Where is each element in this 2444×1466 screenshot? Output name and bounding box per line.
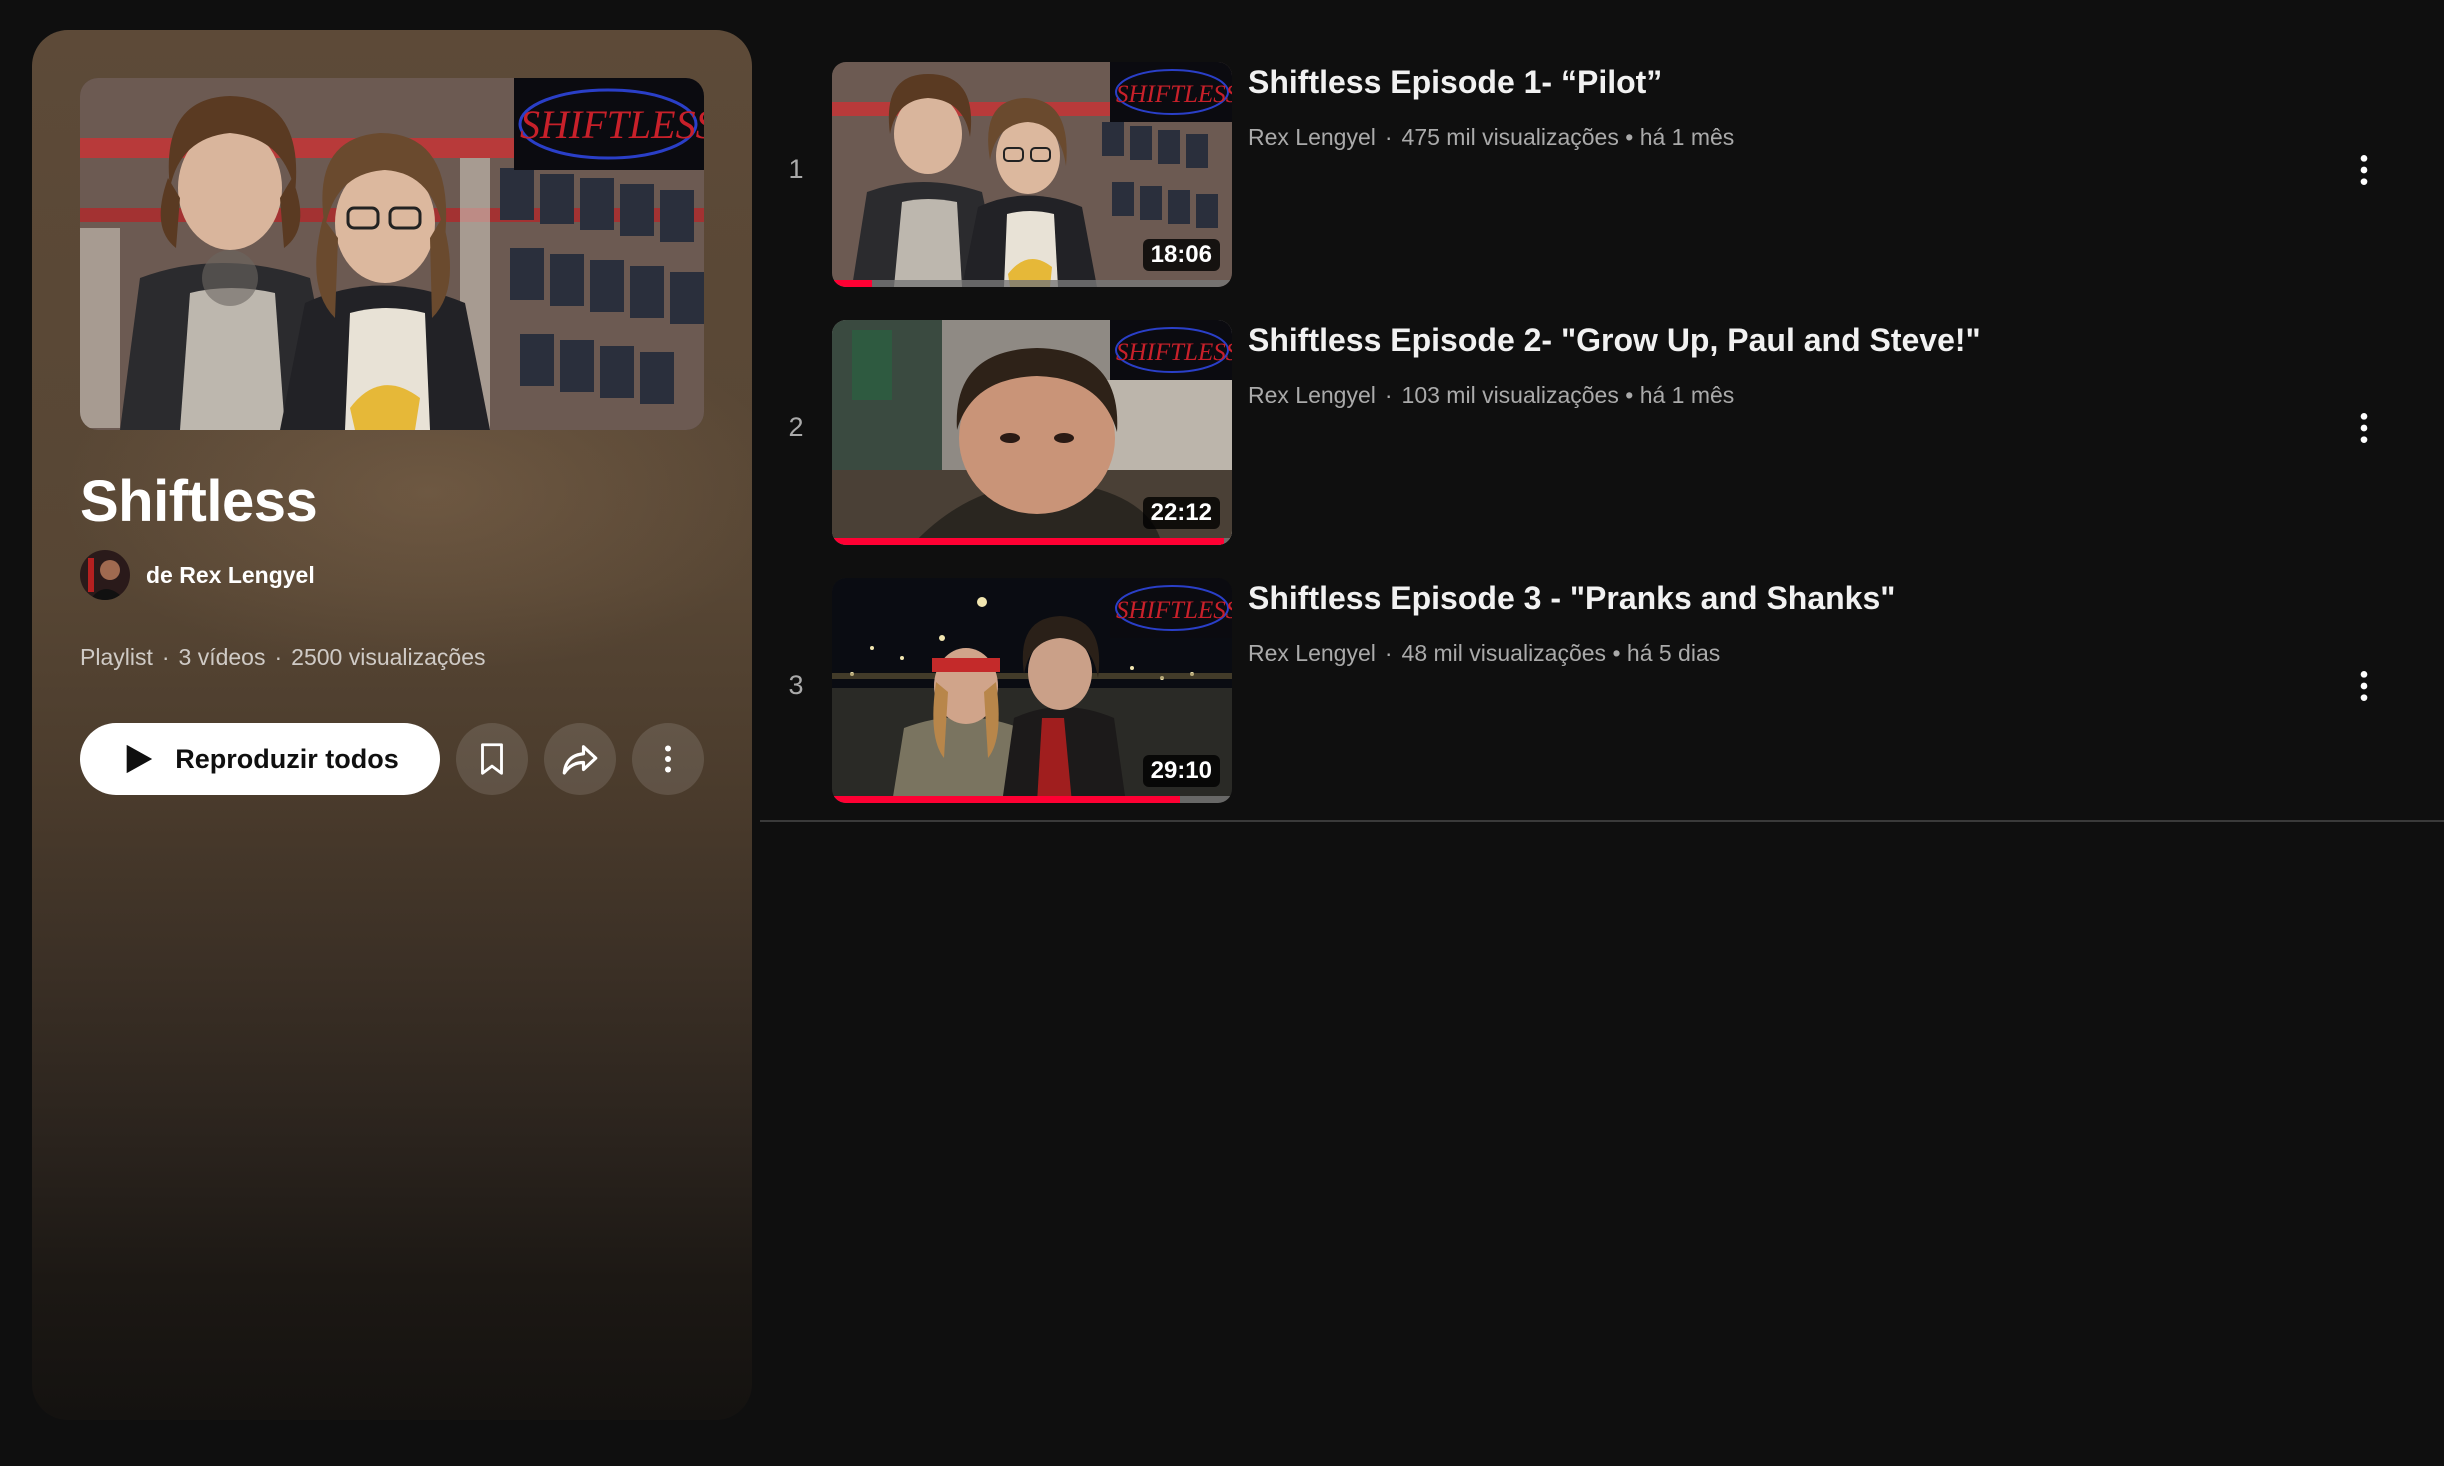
more-vert-icon: [2360, 155, 2368, 185]
video-age: há 5 dias: [1626, 640, 1721, 666]
video-meta: Rex Lengyel · 48 mil visualizações • há 5 …: [1248, 640, 1720, 667]
video-title[interactable]: Shiftless Episode 3 - "Pranks and Shanks…: [1248, 580, 1895, 617]
share-playlist-button[interactable]: [544, 723, 616, 795]
playlist-video-row[interactable]: 2 SHIFTLESS 22:12 Shiftless Episode 2- "…: [760, 314, 2444, 572]
list-divider: [760, 820, 2444, 822]
video-index: 2: [788, 412, 804, 442]
video-age: há 1 mês: [1639, 382, 1735, 408]
avatar-image: [80, 550, 130, 600]
meta-separator: ·: [1384, 382, 1393, 408]
video-more-button[interactable]: [2340, 404, 2388, 452]
watch-progress-bar: [832, 796, 1232, 803]
playlist-view-count: 2500 visualizações: [291, 644, 486, 670]
more-vert-icon: [2360, 671, 2368, 701]
save-playlist-button[interactable]: [456, 723, 528, 795]
watch-progress-bar: [832, 538, 1232, 545]
more-vert-icon: [665, 745, 671, 773]
playlist-video-row[interactable]: 1 SHIFTLESS 18:06 Shiftless Episode 1- “…: [760, 56, 2444, 314]
video-duration: 29:10: [1142, 755, 1220, 787]
video-views: 103 mil visualizações: [1401, 382, 1619, 408]
watch-progress-fill: [832, 280, 872, 287]
playlist-thumbnail-logo: SHIFTLESS: [520, 102, 704, 147]
video-channel[interactable]: Rex Lengyel: [1248, 640, 1376, 666]
video-views: 48 mil visualizações: [1401, 640, 1607, 666]
video-more-button[interactable]: [2340, 146, 2388, 194]
video-index: 3: [788, 670, 804, 700]
video-thumbnail-logo: SHIFTLESS: [1116, 597, 1232, 624]
watch-progress-fill: [832, 538, 1224, 545]
video-channel[interactable]: Rex Lengyel: [1248, 382, 1376, 408]
video-meta: Rex Lengyel · 103 mil visualizações • há 1…: [1248, 382, 1734, 409]
playlist-more-button[interactable]: [632, 723, 704, 795]
owner-avatar[interactable]: [80, 550, 130, 600]
watch-progress-bar: [832, 280, 1232, 287]
video-index: 1: [788, 154, 804, 184]
play-all-button[interactable]: Reproduzir todos: [80, 723, 440, 795]
playlist-thumbnail[interactable]: SHIFTLESS: [80, 78, 704, 430]
playlist-video-list: 1 SHIFTLESS 18:06 Shiftless Episode 1- “…: [760, 56, 2444, 830]
meta-separator: •: [1618, 124, 1640, 150]
playlist-owner[interactable]: de Rex Lengyel: [80, 548, 315, 602]
playlist-page: SHIFTLESS Shiftless de Rex Lengyel Playl…: [0, 0, 2444, 1466]
meta-separator: ·: [1384, 640, 1393, 666]
more-vert-icon: [2360, 413, 2368, 443]
playlist-type: Playlist: [80, 644, 153, 670]
video-duration: 18:06: [1142, 239, 1220, 271]
playlist-meta: Playlist · 3 vídeos · 2500 visualizações: [80, 644, 486, 671]
meta-separator: •: [1618, 382, 1640, 408]
video-age: há 1 mês: [1639, 124, 1735, 150]
video-duration: 22:12: [1142, 497, 1220, 529]
playlist-title: Shiftless: [80, 469, 318, 534]
video-channel[interactable]: Rex Lengyel: [1248, 124, 1376, 150]
video-views: 475 mil visualizações: [1401, 124, 1619, 150]
video-thumbnail[interactable]: SHIFTLESS 29:10: [832, 578, 1232, 803]
watch-progress-fill: [832, 796, 1180, 803]
meta-separator: •: [1606, 640, 1627, 666]
video-thumbnail[interactable]: SHIFTLESS 22:12: [832, 320, 1232, 545]
video-thumbnail-logo: SHIFTLESS: [1116, 339, 1232, 366]
meta-separator: ·: [1384, 124, 1393, 150]
meta-separator: ·: [274, 644, 283, 670]
video-more-button[interactable]: [2340, 662, 2388, 710]
playlist-video-row[interactable]: 3 SHIFTLESS 29:10 Shiftless Episode 3 - …: [760, 572, 2444, 830]
video-title[interactable]: Shiftless Episode 1- “Pilot”: [1248, 64, 1662, 101]
playlist-header-panel: SHIFTLESS Shiftless de Rex Lengyel Playl…: [32, 30, 752, 1420]
play-icon: [126, 744, 153, 774]
play-all-label: Reproduzir todos: [175, 743, 399, 774]
video-meta: Rex Lengyel · 475 mil visualizações • há 1…: [1248, 124, 1734, 151]
playlist-thumbnail-image: SHIFTLESS: [80, 78, 704, 430]
bookmark-icon: [481, 743, 503, 775]
playlist-actions: Reproduzir todos: [80, 723, 704, 795]
owner-name[interactable]: de Rex Lengyel: [146, 562, 315, 589]
video-thumbnail-logo: SHIFTLESS: [1116, 81, 1232, 108]
video-thumbnail[interactable]: SHIFTLESS 18:06: [832, 62, 1232, 287]
video-title[interactable]: Shiftless Episode 2- "Grow Up, Paul and …: [1248, 322, 1981, 359]
meta-separator: ·: [161, 644, 170, 670]
playlist-video-count: 3 vídeos: [178, 644, 266, 670]
share-icon: [562, 745, 598, 775]
